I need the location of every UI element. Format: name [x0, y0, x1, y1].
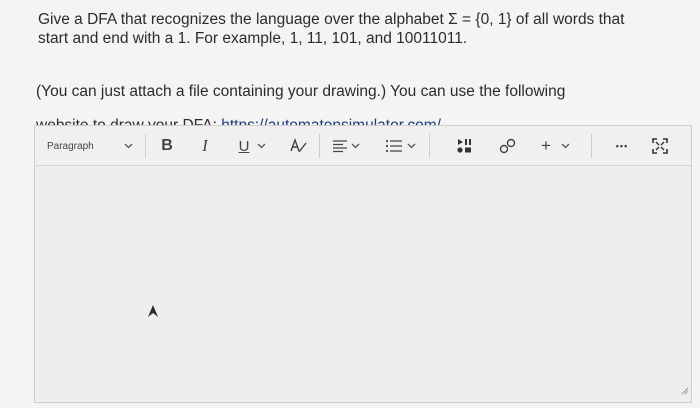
italic-button[interactable]: I [195, 126, 215, 166]
underline-button[interactable]: U [235, 126, 253, 166]
question-line-2: start and end with a 1. For example, 1, … [38, 30, 468, 47]
text-color-icon[interactable] [287, 126, 309, 166]
link-icon[interactable] [497, 126, 519, 166]
toolbar-divider [429, 134, 430, 158]
toolbar-divider [591, 134, 592, 158]
toolbar-divider [319, 134, 320, 158]
more-options-label: ••• [615, 141, 629, 151]
list-chevron-down-icon[interactable] [405, 126, 417, 166]
bold-button[interactable]: B [157, 126, 177, 166]
paragraph-format-select[interactable]: Paragraph [47, 126, 109, 166]
bold-label: B [161, 137, 173, 154]
italic-label: I [202, 136, 208, 155]
more-options-button[interactable]: ••• [611, 126, 633, 166]
align-icon[interactable] [331, 126, 349, 166]
insert-chevron-down-icon[interactable] [559, 126, 571, 166]
paragraph-format-label: Paragraph [47, 140, 94, 152]
question-line-1: Give a DFA that recognizes the language … [38, 11, 625, 28]
rich-text-editor: Paragraph B I U + ••• [34, 125, 692, 403]
media-icon[interactable] [455, 126, 475, 166]
resize-handle-icon[interactable] [681, 382, 689, 400]
underline-chevron-down-icon[interactable] [255, 126, 267, 166]
underline-label: U [238, 137, 250, 155]
paragraph-chevron-down-icon[interactable] [121, 126, 135, 166]
editor-toolbar: Paragraph B I U + ••• [35, 126, 691, 166]
fullscreen-icon[interactable] [649, 126, 671, 166]
mouse-pointer-icon [147, 304, 159, 323]
question-text: Give a DFA that recognizes the language … [38, 10, 678, 48]
toolbar-divider [145, 134, 146, 158]
insert-label: + [541, 136, 551, 155]
editor-content-area[interactable] [35, 166, 691, 402]
insert-button[interactable]: + [539, 126, 553, 166]
align-chevron-down-icon[interactable] [349, 126, 361, 166]
question-line-3: (You can just attach a file containing y… [36, 82, 566, 100]
list-icon[interactable] [385, 126, 403, 166]
